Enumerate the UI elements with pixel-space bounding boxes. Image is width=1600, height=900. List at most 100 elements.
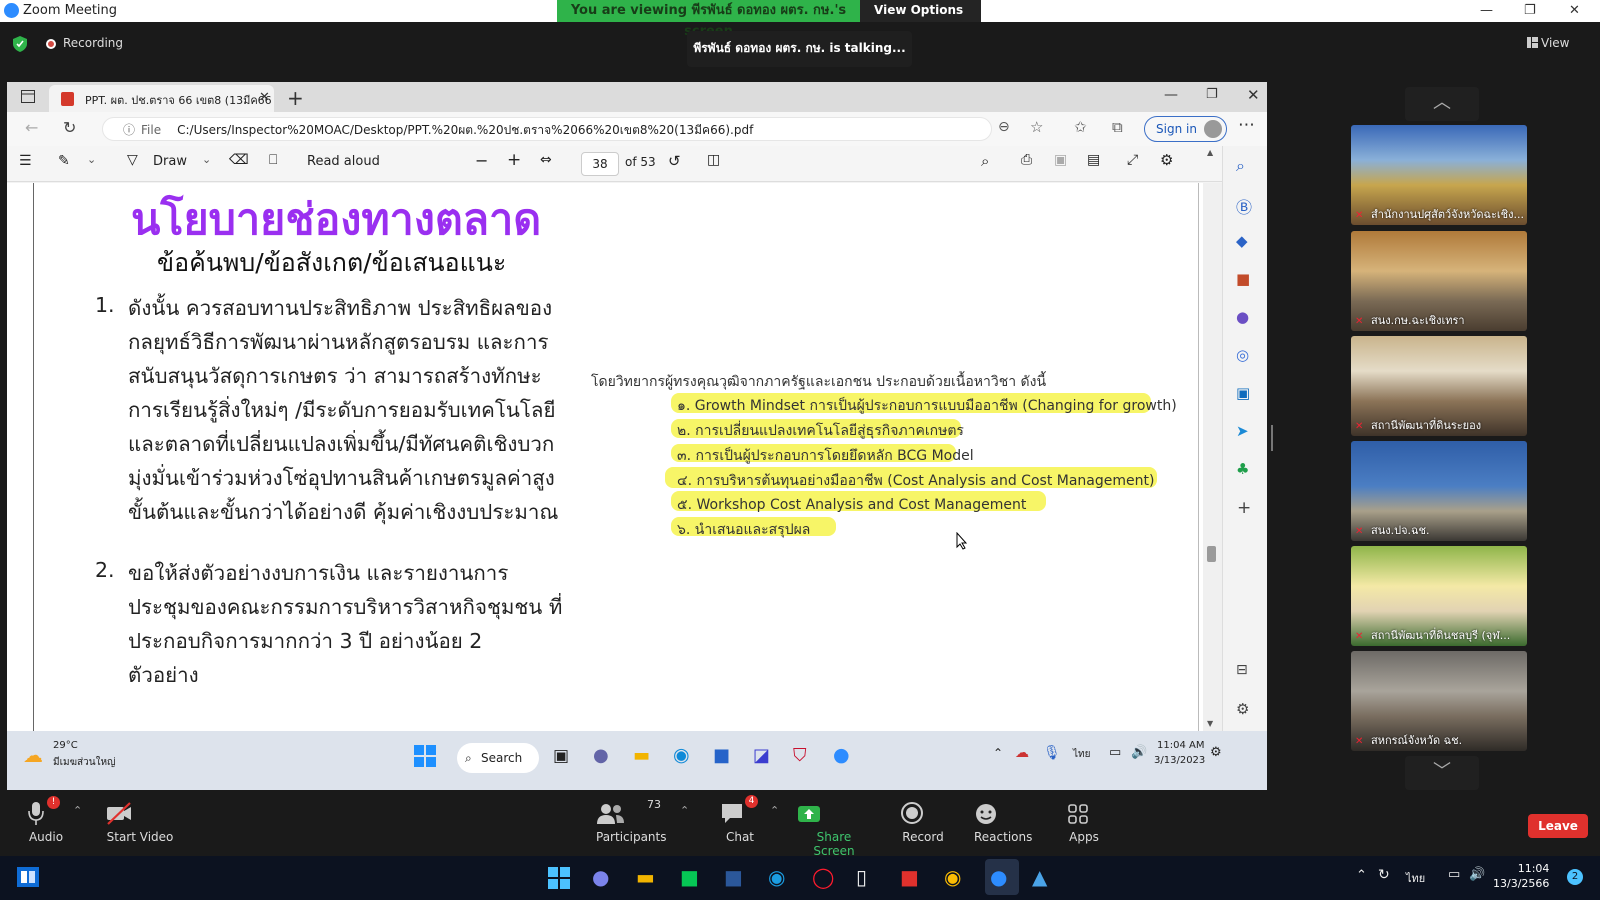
start-video-button[interactable]: Start Video [105, 800, 175, 844]
participant-tile[interactable]: ✕ สนง.ปจ.ฉช. [1351, 441, 1527, 541]
tab-close-icon[interactable]: ✕ [259, 90, 270, 105]
zoom-app-icon[interactable]: ● [833, 744, 850, 766]
browser-minimize-icon[interactable]: — [1164, 87, 1178, 103]
tray-lang[interactable]: ไทย [1073, 747, 1090, 762]
refresh-icon[interactable]: ↻ [63, 118, 76, 137]
panel-resize-handle[interactable] [1271, 425, 1273, 451]
edge-icon[interactable]: ◉ [673, 744, 690, 766]
browser-restore-icon[interactable]: ❐ [1206, 87, 1218, 102]
sidebar-search-icon[interactable]: ⌕ [1236, 156, 1245, 176]
participant-tile[interactable]: ✕ สหกรณ์จังหวัด ฉช. [1351, 651, 1527, 751]
taskbar-clock[interactable]: 11:04 13/3/2566 [1493, 861, 1549, 891]
save-as-icon[interactable]: ▤ [1087, 152, 1100, 168]
view-options-button[interactable]: View Options ⌄ [860, 0, 981, 38]
show-desktop-icon[interactable] [17, 867, 39, 887]
reactions-button[interactable]: Reactions [974, 800, 1032, 844]
tab-actions-icon[interactable] [21, 90, 35, 103]
start-icon[interactable] [548, 867, 570, 889]
outlook-icon[interactable]: ▣ [1236, 384, 1250, 402]
print-icon[interactable]: ⎙ [1021, 152, 1032, 168]
eraser-icon[interactable]: ⌫ [229, 152, 249, 168]
page-number-input[interactable]: 38 [581, 152, 619, 176]
mcafee-icon[interactable]: ⛉ [793, 745, 807, 766]
tray-settings-icon[interactable]: ⚙ [1210, 745, 1222, 760]
read-aloud-button[interactable]: Read aloud [307, 154, 380, 169]
scroll-thumb[interactable] [1207, 546, 1216, 562]
more-icon[interactable]: ⋯ [1238, 115, 1255, 135]
highlight-icon[interactable]: ✎ [58, 153, 70, 169]
save-icon[interactable]: ▣ [1054, 152, 1067, 168]
recording-indicator[interactable]: Recording [63, 36, 123, 50]
minimize-icon[interactable]: — [1480, 3, 1493, 18]
participant-tile[interactable]: ✕ สถานีพัฒนาที่ดินชลบุรี (จุฬ... [1351, 546, 1527, 646]
participant-tile[interactable]: ✕ สถานีพัฒนาที่ดินระยอง [1351, 336, 1527, 436]
tray-chevron-icon[interactable]: ⌃ [1356, 868, 1367, 883]
bing-chat-icon[interactable]: Ⓑ [1236, 194, 1252, 218]
rotate-icon[interactable]: ↺ [668, 152, 681, 170]
security-shield-icon[interactable] [13, 36, 27, 52]
highlight-chevron-icon[interactable]: ⌄ [87, 153, 96, 166]
fit-page-icon[interactable]: ⇔ [540, 152, 552, 168]
thumbnails-down-button[interactable]: ﹀ [1405, 756, 1479, 790]
chrome-icon[interactable]: ◉ [944, 865, 961, 889]
leave-button[interactable]: Leave [1528, 814, 1588, 838]
notification-badge[interactable]: 2 [1567, 869, 1583, 885]
edge-icon[interactable]: ◉ [768, 865, 785, 889]
thumbnails-up-button[interactable]: ︿ [1405, 87, 1479, 121]
zoom-minus-icon[interactable]: − [475, 151, 488, 170]
photos-icon[interactable]: ▲ [1032, 865, 1047, 889]
participant-tile[interactable]: ✕ สนง.กษ.ฉะเชิงเทรา [1351, 231, 1527, 331]
tray-chevron-icon[interactable]: ⌃ [993, 746, 1003, 760]
participant-tile[interactable]: ✕ สำนักงานปศุสัตว์จังหวัดฉะเชิง... [1351, 125, 1527, 225]
pdf-scrollbar[interactable]: ▲ ▼ [1203, 148, 1222, 731]
start-icon[interactable] [414, 745, 436, 767]
contents-icon[interactable]: ☰ [19, 153, 32, 169]
office-icon[interactable]: ◎ [1236, 346, 1249, 364]
collections-icon[interactable]: ⧉ [1112, 118, 1123, 136]
draw-button[interactable]: Draw [153, 154, 187, 169]
acrobat-icon[interactable]: ■ [900, 865, 919, 889]
taskbar-search[interactable]: ⌕ Search [457, 743, 539, 773]
favorite-icon[interactable]: ☆ [1030, 118, 1043, 136]
scroll-up-icon[interactable]: ▲ [1207, 148, 1213, 157]
teams-icon[interactable]: ● [592, 865, 609, 889]
browser-close-icon[interactable]: ✕ [1247, 86, 1260, 104]
record-button[interactable]: Record [900, 800, 946, 844]
fullscreen-icon[interactable]: ⤢ [1127, 152, 1138, 168]
scroll-down-icon[interactable]: ▼ [1207, 719, 1213, 728]
chat-chevron-icon[interactable]: ⌃ [770, 804, 779, 817]
sidebar-settings-icon[interactable]: ⚙ [1236, 700, 1249, 718]
apps-button[interactable]: Apps [1067, 800, 1101, 844]
task-view-icon[interactable]: ▣ [553, 746, 569, 766]
sidebar-collapse-icon[interactable]: ⊟ [1236, 662, 1248, 678]
share-screen-button[interactable]: Share Screen [797, 800, 871, 858]
url-field[interactable]: ⓘ File C:/Users/Inspector%20MOAC/Desktop/P… [102, 117, 992, 141]
new-tab-icon[interactable]: + [287, 86, 304, 110]
zoom-out-icon[interactable]: ⊖ [998, 119, 1010, 135]
zoom-plus-icon[interactable]: + [507, 150, 521, 170]
participants-chevron-icon[interactable]: ⌃ [680, 804, 689, 817]
tree-icon[interactable]: ♣ [1236, 460, 1249, 478]
tray-lang[interactable]: ไทย [1406, 869, 1425, 887]
draw-chevron-icon[interactable]: ⌄ [202, 153, 211, 166]
close-icon[interactable]: ✕ [1569, 3, 1580, 18]
games-icon[interactable]: ● [1236, 308, 1249, 326]
explorer-icon[interactable]: ▬ [633, 745, 650, 766]
app-icon[interactable]: ◪ [753, 745, 770, 766]
opera-icon[interactable]: ◯ [812, 865, 834, 889]
zoom-taskbar-icon[interactable]: ● [990, 865, 1007, 889]
word-icon[interactable]: ■ [724, 865, 743, 889]
teams-icon[interactable]: ● [593, 745, 609, 766]
sidebar-add-icon[interactable]: + [1237, 498, 1251, 518]
line-icon[interactable]: ■ [680, 865, 699, 889]
text-icon[interactable]: ⎕ [269, 152, 277, 168]
settings-icon[interactable]: ⚙ [1160, 151, 1173, 169]
send-icon[interactable]: ➤ [1236, 422, 1249, 440]
tab-pdf[interactable]: PPT. ผต. ปช.ตราจ 66 เขต8 (13มีค66 [49, 85, 274, 112]
shopping-icon[interactable]: ◆ [1236, 232, 1248, 250]
audio-chevron-icon[interactable]: ⌃ [73, 804, 82, 817]
maximize-icon[interactable]: ❐ [1524, 3, 1536, 18]
search-icon[interactable]: ⌕ [981, 152, 989, 170]
file-icon[interactable]: ▯ [856, 865, 867, 889]
page-view-icon[interactable]: ◫ [707, 152, 720, 168]
